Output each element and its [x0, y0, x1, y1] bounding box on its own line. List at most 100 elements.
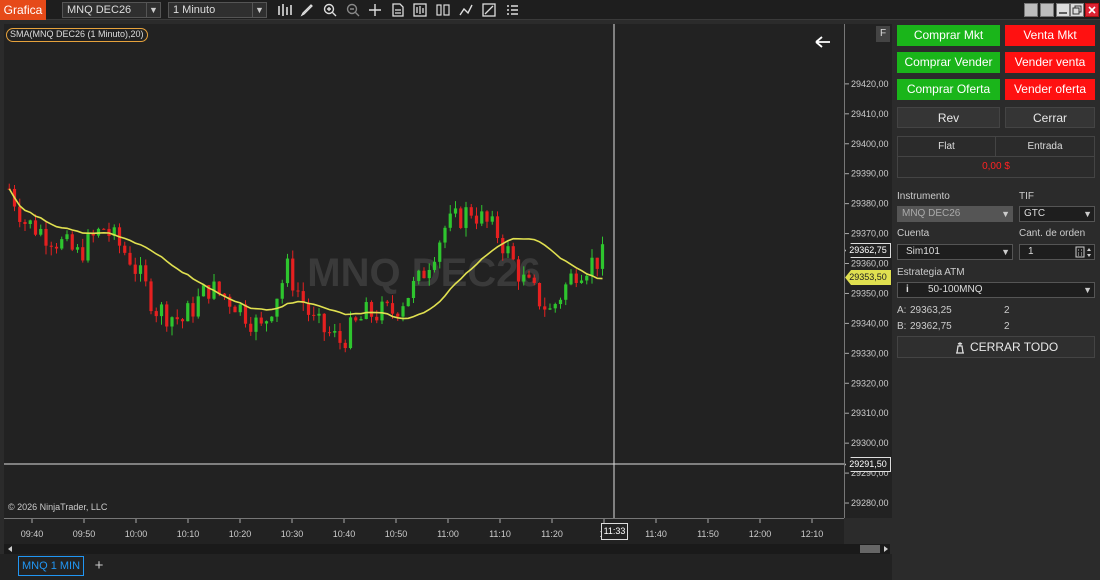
reverse-button[interactable]: Rev: [897, 107, 1000, 128]
candle-body: [159, 304, 164, 317]
price-tick-label: 29420,00: [851, 79, 889, 89]
buy-ask-button[interactable]: Comprar Vender: [897, 52, 1000, 73]
bar-type-icon[interactable]: [276, 2, 292, 18]
candle-body: [579, 280, 584, 283]
buy-bid-button[interactable]: Comprar Oferta: [897, 79, 1000, 100]
chevron-down-icon: ▼: [146, 3, 160, 17]
price-axis[interactable]: F 29420,00 29410,00 29400,00 29390,00 29380,…: [844, 24, 892, 518]
candle-body: [138, 265, 143, 274]
candle-body: [175, 317, 179, 320]
window-button-2[interactable]: [1040, 3, 1054, 17]
candle-body: [149, 281, 153, 312]
zoom-in-icon[interactable]: [322, 2, 338, 18]
account-label: Cuenta: [897, 228, 930, 239]
chevron-down-icon: ▼: [1083, 209, 1092, 219]
add-tab-button[interactable]: +: [92, 556, 106, 576]
close-all-button[interactable]: CERRAR TODO: [897, 336, 1095, 358]
time-tick-label: 10:50: [385, 529, 408, 539]
chart-panel[interactable]: MNQ DEC26 © 2026 NinjaTrader, LLC SMA(MN…: [4, 24, 844, 518]
properties-icon[interactable]: [390, 2, 406, 18]
candle-body: [259, 317, 263, 324]
sell-market-button[interactable]: Venta Mkt: [1005, 25, 1095, 46]
close-position-button[interactable]: Cerrar: [1005, 107, 1095, 128]
time-tick-label: 12:00: [749, 529, 772, 539]
scrollbar-thumb[interactable]: [860, 545, 880, 553]
chevron-down-icon: ▼: [1083, 285, 1092, 295]
atm-strategy-select[interactable]: i 50-100MNQ ▼: [897, 282, 1095, 298]
data-box-icon[interactable]: [412, 2, 428, 18]
quantity-value: 1: [1028, 246, 1034, 257]
time-tick-label: 10:40: [333, 529, 356, 539]
crosshair-icon[interactable]: [367, 2, 383, 18]
candle-body: [569, 273, 573, 285]
candle-body: [312, 314, 316, 316]
candle-body: [448, 213, 452, 228]
candle-body: [191, 303, 195, 317]
buy-market-button[interactable]: Comprar Mkt: [897, 25, 1000, 46]
candle-body: [86, 233, 90, 261]
zoom-out-icon[interactable]: [345, 2, 361, 18]
candle-body: [516, 259, 521, 282]
info-icon[interactable]: i: [906, 283, 909, 297]
window-button-1[interactable]: [1024, 3, 1038, 17]
price-tick-label: 29360,00: [851, 259, 889, 269]
sell-bid-button[interactable]: Vender oferta: [1005, 79, 1095, 100]
close-window-button[interactable]: [1085, 3, 1099, 17]
candle-body: [128, 252, 132, 265]
chart-trader-panel: Comprar Mkt Venta Mkt Comprar Vender Ven…: [892, 20, 1100, 580]
quantity-label: Cant. de orden: [1019, 228, 1086, 239]
candle-body: [375, 316, 379, 321]
indicator-label[interactable]: SMA(MNQ DEC26 (1 Minuto),20): [6, 28, 148, 42]
list-icon[interactable]: [504, 2, 520, 18]
arrow-left-icon[interactable]: [815, 36, 830, 48]
candle-body: [285, 258, 290, 284]
quantity-stepper[interactable]: 1: [1019, 244, 1095, 260]
time-tick-label: 10:00: [125, 529, 148, 539]
instrument-field[interactable]: MNQ DEC26 ▼: [897, 206, 1013, 222]
app-title[interactable]: Grafica: [0, 0, 46, 20]
tif-select[interactable]: GTC ▼: [1019, 206, 1095, 222]
sell-ask-button[interactable]: Vender venta: [1005, 52, 1095, 73]
price-tick-label: 29390,00: [851, 169, 889, 179]
calculator-icon[interactable]: [1075, 245, 1093, 259]
atm-strategy-label: Estrategia ATM: [897, 267, 965, 278]
minimize-button[interactable]: [1056, 3, 1070, 17]
instrument-field-value: MNQ DEC26: [902, 208, 961, 219]
time-tick-label: 11:50: [697, 529, 719, 539]
time-axis-labels: 09:40 09:50 10:00 10:10 10:20 10:30 10:40 10:50…: [21, 519, 824, 539]
bid-price: 29362,75: [910, 321, 952, 332]
candle-body: [291, 258, 295, 291]
interval-selector-value: 1 Minuto: [173, 4, 216, 16]
time-tick-label: 12:10: [801, 529, 824, 539]
candle-body: [348, 317, 353, 349]
interval-selector[interactable]: 1 Minuto ▼: [168, 2, 267, 18]
instrument-selector[interactable]: MNQ DEC26 ▼: [62, 2, 161, 18]
scroll-right-icon[interactable]: [882, 544, 890, 554]
candle-body: [33, 220, 38, 235]
candle-body: [65, 234, 69, 240]
pencil-icon[interactable]: [299, 2, 315, 18]
scroll-left-icon[interactable]: [6, 544, 14, 554]
candle-body: [480, 211, 484, 224]
candle-body: [411, 280, 416, 299]
indicators-icon[interactable]: [458, 2, 474, 18]
account-select[interactable]: Sim101 ▼: [897, 244, 1013, 260]
candle-body: [396, 313, 400, 317]
tab-mnq-1-min[interactable]: MNQ 1 MIN: [18, 556, 84, 576]
price-tick-label: 29410,00: [851, 109, 889, 119]
candle-body: [317, 313, 321, 316]
time-axis[interactable]: 09:40 09:50 10:00 10:10 10:20 10:30 10:40 10:50…: [4, 518, 844, 544]
candle-body: [296, 290, 300, 292]
candle-body: [44, 228, 48, 246]
templates-icon[interactable]: [481, 2, 497, 18]
restore-icon: [1072, 5, 1082, 15]
restore-button[interactable]: [1070, 3, 1084, 17]
price-chart[interactable]: MNQ DEC26 © 2026 NinjaTrader, LLC: [4, 24, 844, 518]
candle-body: [527, 274, 531, 278]
horizontal-scrollbar[interactable]: [4, 544, 890, 554]
candle-body: [590, 257, 594, 276]
candle-body: [427, 269, 431, 279]
strategies-icon[interactable]: [435, 2, 451, 18]
candle-body: [186, 303, 190, 322]
candle-body: [464, 207, 468, 228]
